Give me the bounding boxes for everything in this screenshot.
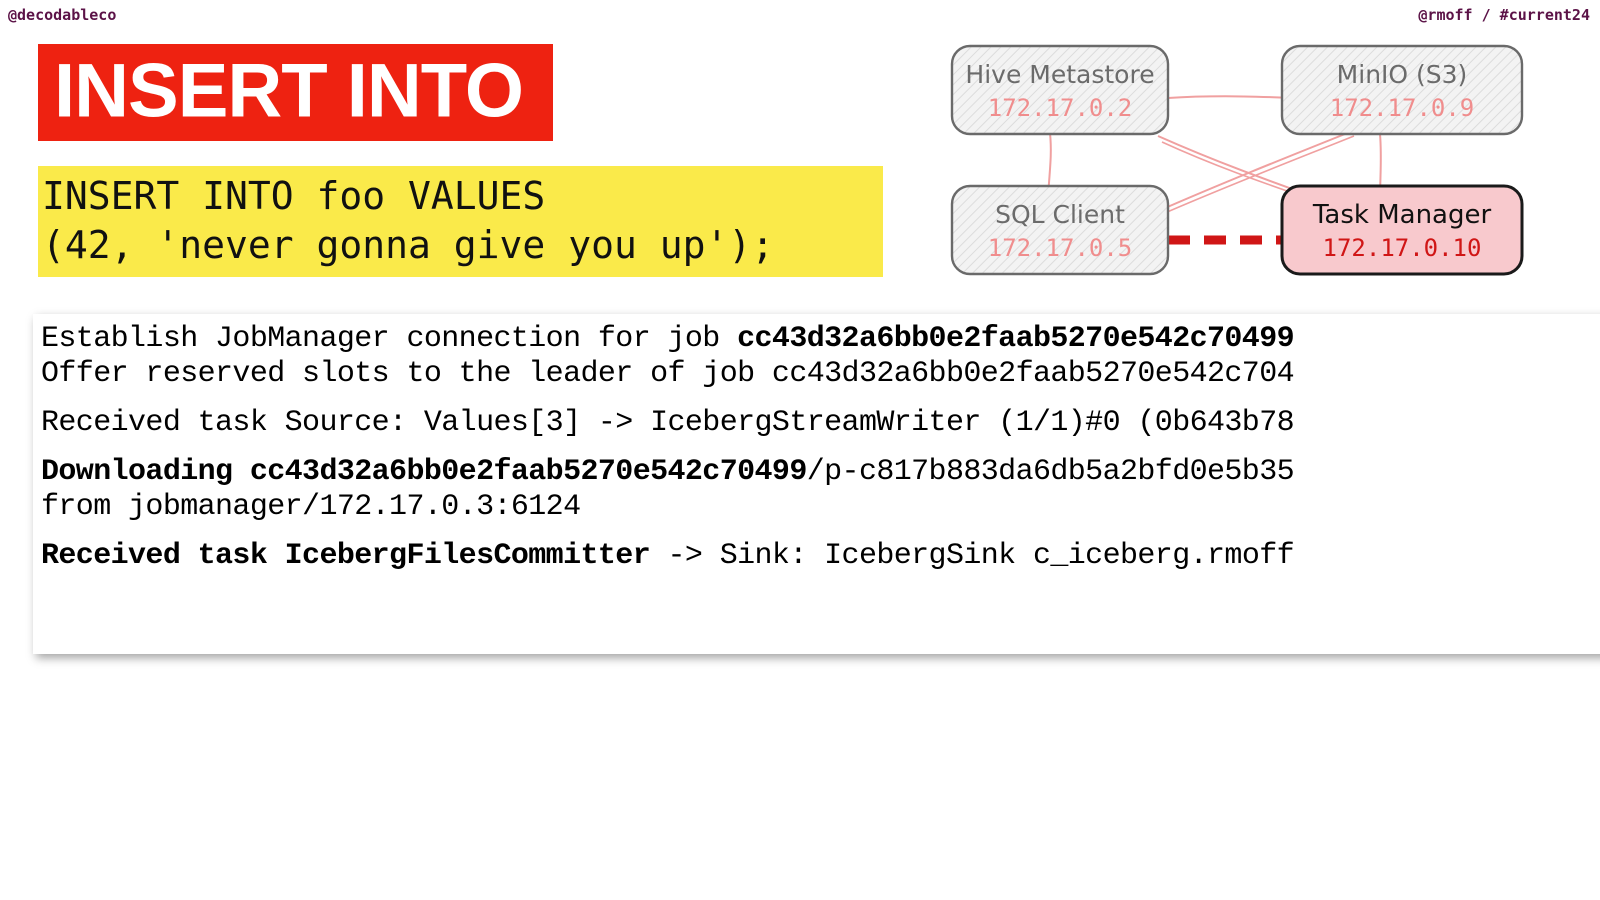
node-label-task-manager: Task Manager (1312, 200, 1492, 230)
log-line-spacer (41, 525, 1600, 539)
sql-line-2: (42, 'never gonna give you up'); (42, 222, 775, 267)
log-line: Downloading cc43d32a6bb0e2faab5270e542c7… (41, 455, 1600, 490)
architecture-diagram: Hive Metastore 172.17.0.2 MinIO (S3) 172… (930, 28, 1590, 288)
log-segment: Offer reserved slots to the leader of jo… (41, 357, 1295, 392)
log-segment: Establish JobManager connection for job (41, 322, 738, 356)
header-brand-handle: @decodableco (8, 6, 117, 24)
node-label-sql-client: SQL Client (995, 200, 1125, 229)
diagram-node-task-manager: Task Manager 172.17.0.10 (1280, 184, 1524, 276)
log-segment: /p-c817b883da6db5a2bfd0e5b35 (806, 455, 1295, 490)
node-ip-minio: 172.17.0.9 (1330, 94, 1475, 122)
node-label-minio: MinIO (S3) (1337, 60, 1468, 89)
sql-statement-block: INSERT INTO foo VALUES (42, 'never gonna… (38, 166, 883, 278)
log-segment-emphasis: Received task IcebergFilesCommitter (41, 539, 668, 574)
node-label-hive: Hive Metastore (965, 60, 1154, 89)
log-line-spacer (41, 392, 1600, 406)
slide-title-block: INSERT INTO (38, 44, 553, 141)
diagram-node-sql-client: SQL Client 172.17.0.5 (950, 184, 1170, 276)
log-line: from jobmanager/172.17.0.3:6124 (41, 490, 1600, 525)
header-speaker-handle: @rmoff / #current24 (1418, 6, 1590, 24)
log-lines: Establish JobManager connection for job … (33, 314, 1600, 575)
log-output-panel: Establish JobManager connection for job … (33, 314, 1600, 654)
sql-line-1: INSERT INTO foo VALUES (42, 174, 546, 218)
log-segment: from jobmanager/172.17.0.3:6124 (41, 490, 581, 525)
node-ip-sql-client: 172.17.0.5 (988, 234, 1133, 262)
node-ip-hive: 172.17.0.2 (988, 94, 1133, 122)
node-ip-task-manager: 172.17.0.10 (1323, 234, 1482, 262)
diagram-node-minio: MinIO (S3) 172.17.0.9 (1280, 44, 1524, 136)
page-title: INSERT INTO (54, 47, 524, 133)
log-line: Offer reserved slots to the leader of jo… (41, 357, 1600, 392)
log-line-spacer (41, 441, 1600, 455)
log-line: Received task Source: Values[3] -> Icebe… (41, 406, 1600, 441)
log-segment-emphasis: Downloading cc43d32a6bb0e2faab5270e542c7… (41, 455, 807, 490)
diagram-node-hive: Hive Metastore 172.17.0.2 (950, 44, 1170, 136)
log-segment-emphasis: cc43d32a6bb0e2faab5270e542c70499 (737, 322, 1295, 356)
log-segment: Received task Source: Values[3] -> Icebe… (41, 406, 1295, 441)
log-line: Received task IcebergFilesCommitter -> S… (41, 539, 1600, 574)
log-line: Establish JobManager connection for job … (41, 322, 1600, 357)
log-segment: -> Sink: IcebergSink c_iceberg.rmoff (667, 539, 1295, 574)
